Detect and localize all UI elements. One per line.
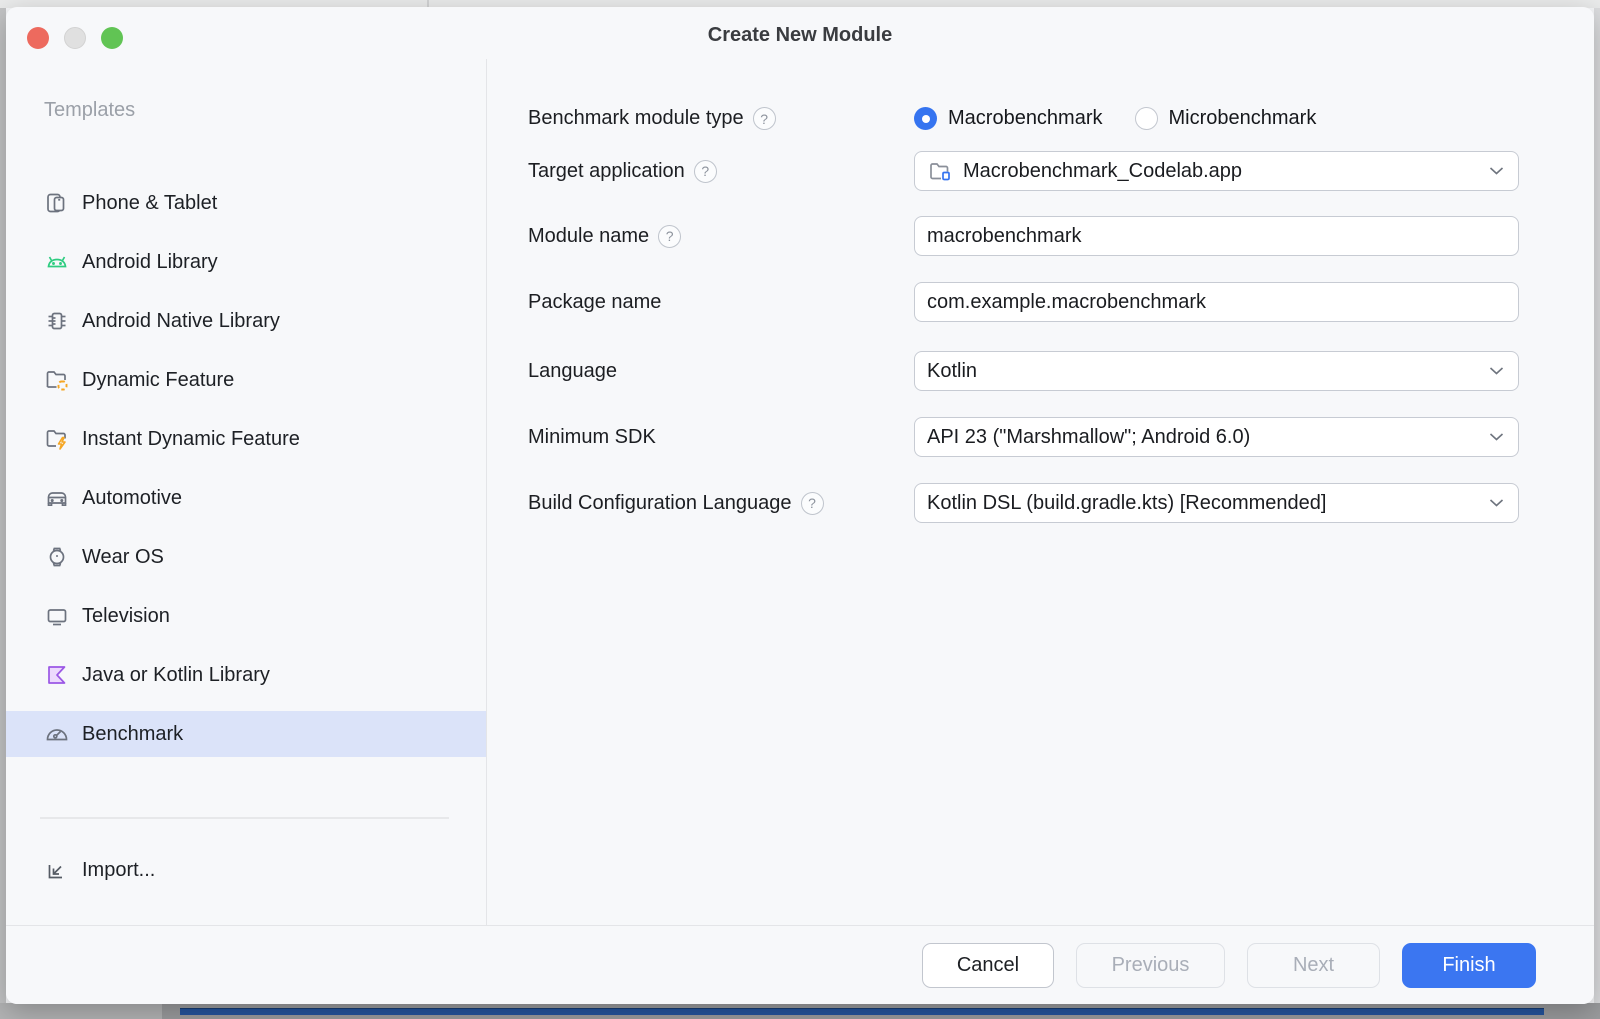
package-name-label: Package name [528, 291, 661, 314]
language-value: Kotlin [927, 360, 977, 383]
module-name-input[interactable] [914, 216, 1519, 256]
cancel-button[interactable]: Cancel [922, 943, 1054, 988]
chevron-down-icon [1489, 167, 1504, 176]
form-row-build-config-language: Build Configuration Language ? Kotlin DS… [528, 483, 1594, 523]
car-icon [44, 485, 70, 511]
dialog-title: Create New Module [6, 24, 1594, 47]
android-library-icon [44, 249, 70, 275]
form-row-module-name: Module name ? [528, 216, 1594, 256]
create-new-module-dialog: Create New Module Templates Phone & Tabl… [6, 7, 1594, 1004]
minimum-sdk-select[interactable]: API 23 ("Marshmallow"; Android 6.0) [914, 417, 1519, 457]
instant-dynamic-feature-folder-icon [44, 426, 70, 452]
background-window-right-edge [1594, 8, 1600, 1004]
sidebar-item-label: Java or Kotlin Library [82, 664, 270, 687]
chevron-down-icon [1489, 499, 1504, 508]
build-config-language-select[interactable]: Kotlin DSL (build.gradle.kts) [Recommend… [914, 483, 1519, 523]
sidebar-item-benchmark[interactable]: Benchmark [6, 711, 486, 757]
sidebar-item-label: Automotive [82, 487, 182, 510]
templates-sidebar: Templates Phone & Tablet [6, 59, 487, 925]
radio-label: Macrobenchmark [948, 107, 1103, 130]
sidebar-item-import[interactable]: Import... [6, 847, 486, 893]
language-select[interactable]: Kotlin [914, 351, 1519, 391]
sidebar-item-instant-dynamic-feature[interactable]: Instant Dynamic Feature [6, 416, 486, 462]
package-name-input[interactable] [914, 282, 1519, 322]
chip-icon [44, 308, 70, 334]
module-form: Benchmark module type ? Macrobenchmark M… [487, 59, 1594, 925]
sidebar-divider [40, 817, 449, 819]
tv-icon [44, 603, 70, 629]
sidebar-item-label: Instant Dynamic Feature [82, 428, 300, 451]
watch-icon [44, 544, 70, 570]
sidebar-item-label: Import... [82, 859, 155, 882]
target-application-value: Macrobenchmark_Codelab.app [963, 160, 1242, 183]
target-application-select[interactable]: Macrobenchmark_Codelab.app [914, 151, 1519, 191]
sidebar-item-label: Phone & Tablet [82, 192, 217, 215]
benchmark-gauge-icon [44, 721, 70, 747]
module-name-label: Module name [528, 225, 649, 248]
phone-tablet-icon [44, 190, 70, 216]
sidebar-item-label: Television [82, 605, 170, 628]
dialog-footer: Cancel Previous Next Finish [6, 925, 1594, 1004]
sidebar-item-label: Android Library [82, 251, 218, 274]
build-config-language-value: Kotlin DSL (build.gradle.kts) [Recommend… [927, 492, 1326, 515]
sidebar-item-automotive[interactable]: Automotive [6, 475, 486, 521]
sidebar-item-phone-tablet[interactable]: Phone & Tablet [6, 180, 486, 226]
dialog-titlebar: Create New Module [6, 7, 1594, 59]
radio-macrobenchmark[interactable]: Macrobenchmark [914, 107, 1103, 130]
dynamic-feature-folder-icon [44, 367, 70, 393]
templates-header: Templates [6, 99, 486, 123]
radio-unselected-icon [1135, 107, 1158, 130]
sidebar-item-label: Dynamic Feature [82, 369, 234, 392]
target-application-label: Target application [528, 160, 685, 183]
sidebar-item-java-kotlin-library[interactable]: Java or Kotlin Library [6, 652, 486, 698]
previous-button: Previous [1076, 943, 1225, 988]
help-icon[interactable]: ? [658, 225, 681, 248]
sidebar-item-television[interactable]: Television [6, 593, 486, 639]
radio-label: Microbenchmark [1169, 107, 1317, 130]
kotlin-icon [44, 662, 70, 688]
module-folder-icon [927, 158, 953, 184]
sidebar-item-android-native-library[interactable]: Android Native Library [6, 298, 486, 344]
sidebar-item-wear-os[interactable]: Wear OS [6, 534, 486, 580]
sidebar-item-label: Android Native Library [82, 310, 280, 333]
chevron-down-icon [1489, 367, 1504, 376]
language-label: Language [528, 360, 617, 383]
sidebar-item-label: Wear OS [82, 546, 164, 569]
background-window-bottom-edge [0, 1003, 1600, 1019]
form-row-target-application: Target application ? Macrobenchmark_Code… [528, 151, 1594, 191]
radio-selected-icon [914, 107, 937, 130]
background-editor-scrollbar [180, 1008, 1544, 1015]
module-type-label: Benchmark module type [528, 107, 744, 130]
sidebar-item-dynamic-feature[interactable]: Dynamic Feature [6, 357, 486, 403]
build-config-language-label: Build Configuration Language [528, 492, 792, 515]
sidebar-item-label: Benchmark [82, 723, 183, 746]
minimum-sdk-label: Minimum SDK [528, 426, 656, 449]
form-row-minimum-sdk: Minimum SDK API 23 ("Marshmallow"; Andro… [528, 417, 1594, 457]
form-row-language: Language Kotlin [528, 351, 1594, 391]
minimum-sdk-value: API 23 ("Marshmallow"; Android 6.0) [927, 426, 1250, 449]
help-icon[interactable]: ? [753, 107, 776, 130]
help-icon[interactable]: ? [694, 160, 717, 183]
next-button: Next [1247, 943, 1380, 988]
radio-microbenchmark[interactable]: Microbenchmark [1135, 107, 1317, 130]
sidebar-item-android-library[interactable]: Android Library [6, 239, 486, 285]
form-row-module-type: Benchmark module type ? Macrobenchmark M… [528, 107, 1594, 130]
import-icon [44, 857, 70, 883]
finish-button[interactable]: Finish [1402, 943, 1536, 988]
chevron-down-icon [1489, 433, 1504, 442]
help-icon[interactable]: ? [801, 492, 824, 515]
form-row-package-name: Package name [528, 282, 1594, 322]
